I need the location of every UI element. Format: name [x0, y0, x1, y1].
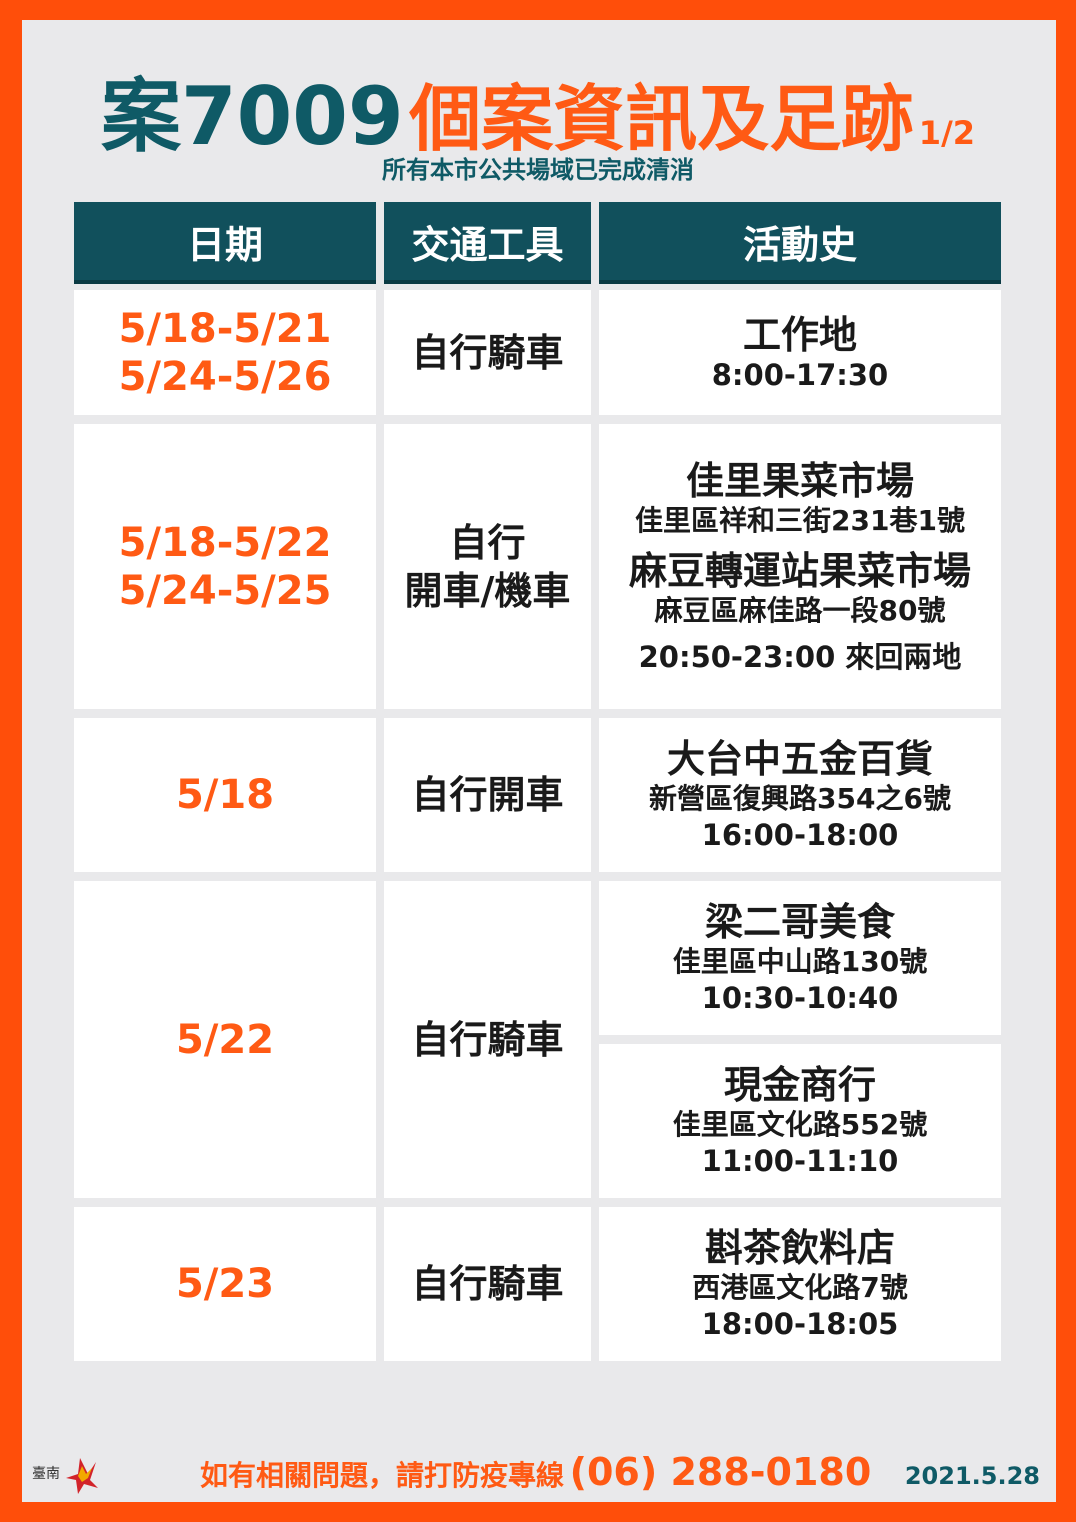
- row-1-date-cell: 5/18-5/21 5/24-5/26: [74, 290, 376, 415]
- place-address: 麻豆區麻佳路一段80號: [654, 593, 946, 627]
- place-name: 佳里果菜市場: [685, 458, 914, 503]
- publish-date: 2021.5.28: [904, 1462, 1040, 1490]
- transport-text: 自行騎車: [411, 1262, 564, 1306]
- row-4-activity-cell-a: 梁二哥美食 佳里區中山路130號 10:30-10:40: [599, 881, 1001, 1035]
- tainan-city-logo-icon: 臺南: [30, 1448, 100, 1498]
- row-3-transport-cell: 自行開車: [384, 718, 591, 872]
- place-name: 斟茶飲料店: [704, 1226, 895, 1270]
- place-name: 工作地: [742, 312, 857, 357]
- visit-time: 18:00-18:05: [701, 1307, 899, 1341]
- header-transport: 交通工具: [384, 202, 591, 280]
- row-5-activity-cell: 斟茶飲料店 西港區文化路7號 18:00-18:05: [599, 1207, 1001, 1361]
- subtitle: 所有本市公共場域已完成清消: [382, 156, 694, 184]
- visit-time: 16:00-18:00: [701, 818, 899, 852]
- row-4-activity-cell-b: 現金商行 佳里區文化路552號 11:00-11:10: [599, 1044, 1001, 1198]
- date-text: 5/22: [175, 1016, 275, 1063]
- date-text: 5/18: [175, 772, 275, 818]
- row-4-date-cell: 5/22: [74, 881, 376, 1198]
- date-text: 5/23: [175, 1261, 275, 1307]
- visit-time: 20:50-23:00 來回兩地: [638, 639, 962, 674]
- row-5-date-cell: 5/23: [74, 1207, 376, 1361]
- header-activity: 活動史: [599, 202, 1001, 280]
- visit-time: 11:00-11:10: [701, 1144, 899, 1178]
- date-text: 5/18-5/22: [118, 519, 332, 566]
- place-name: 梁二哥美食: [704, 900, 895, 944]
- place-address: 新營區復興路354之6號: [649, 782, 951, 815]
- place-name: 大台中五金百貨: [666, 737, 933, 781]
- place-address: 佳里區祥和三街231巷1號: [635, 503, 965, 537]
- row-1-activity-cell: 工作地 8:00-17:30: [599, 290, 1001, 415]
- place-name: 現金商行: [723, 1063, 876, 1107]
- row-2-activity-cell: 佳里果菜市場 佳里區祥和三街231巷1號 麻豆轉運站果菜市場 麻豆區麻佳路一段8…: [599, 424, 1001, 709]
- place-address: 西港區文化路7號: [692, 1271, 908, 1304]
- row-3-activity-cell: 大台中五金百貨 新營區復興路354之6號 16:00-18:00: [599, 718, 1001, 872]
- visit-time: 8:00-17:30: [711, 357, 889, 392]
- place-address: 佳里區中山路130號: [672, 945, 928, 978]
- date-text: 5/24-5/25: [118, 567, 332, 614]
- title-main: 個案資訊及足跡: [409, 77, 914, 161]
- transport-text: 自行: [449, 520, 526, 565]
- transport-text: 自行開車: [411, 773, 564, 817]
- place-name: 麻豆轉運站果菜市場: [628, 548, 971, 593]
- header-date: 日期: [74, 202, 376, 280]
- date-text: 5/24-5/26: [118, 353, 332, 400]
- hotline-phone: (06) 288-0180: [569, 1450, 872, 1494]
- row-4-transport-cell: 自行騎車: [384, 881, 591, 1198]
- hotline-note: 如有相關問題，請打防疫專線 (06) 288-0180: [200, 1450, 871, 1494]
- poster-title: 案7009 個案資訊及足跡 1/2: [0, 52, 1076, 163]
- place-address: 佳里區文化路552號: [672, 1108, 928, 1141]
- transport-text: 開車/機車: [404, 568, 571, 613]
- hotline-message: 如有相關問題，請打防疫專線: [200, 1459, 565, 1492]
- page-indicator: 1/2: [918, 114, 976, 152]
- transport-text: 自行騎車: [411, 330, 564, 375]
- row-1-transport-cell: 自行騎車: [384, 290, 591, 415]
- transport-text: 自行騎車: [411, 1017, 564, 1062]
- row-3-date-cell: 5/18: [74, 718, 376, 872]
- row-2-date-cell: 5/18-5/22 5/24-5/25: [74, 424, 376, 709]
- row-2-transport-cell: 自行 開車/機車: [384, 424, 591, 709]
- svg-text:臺南: 臺南: [32, 1466, 60, 1482]
- row-5-transport-cell: 自行騎車: [384, 1207, 591, 1361]
- visit-time: 10:30-10:40: [701, 981, 899, 1015]
- date-text: 5/18-5/21: [118, 305, 332, 352]
